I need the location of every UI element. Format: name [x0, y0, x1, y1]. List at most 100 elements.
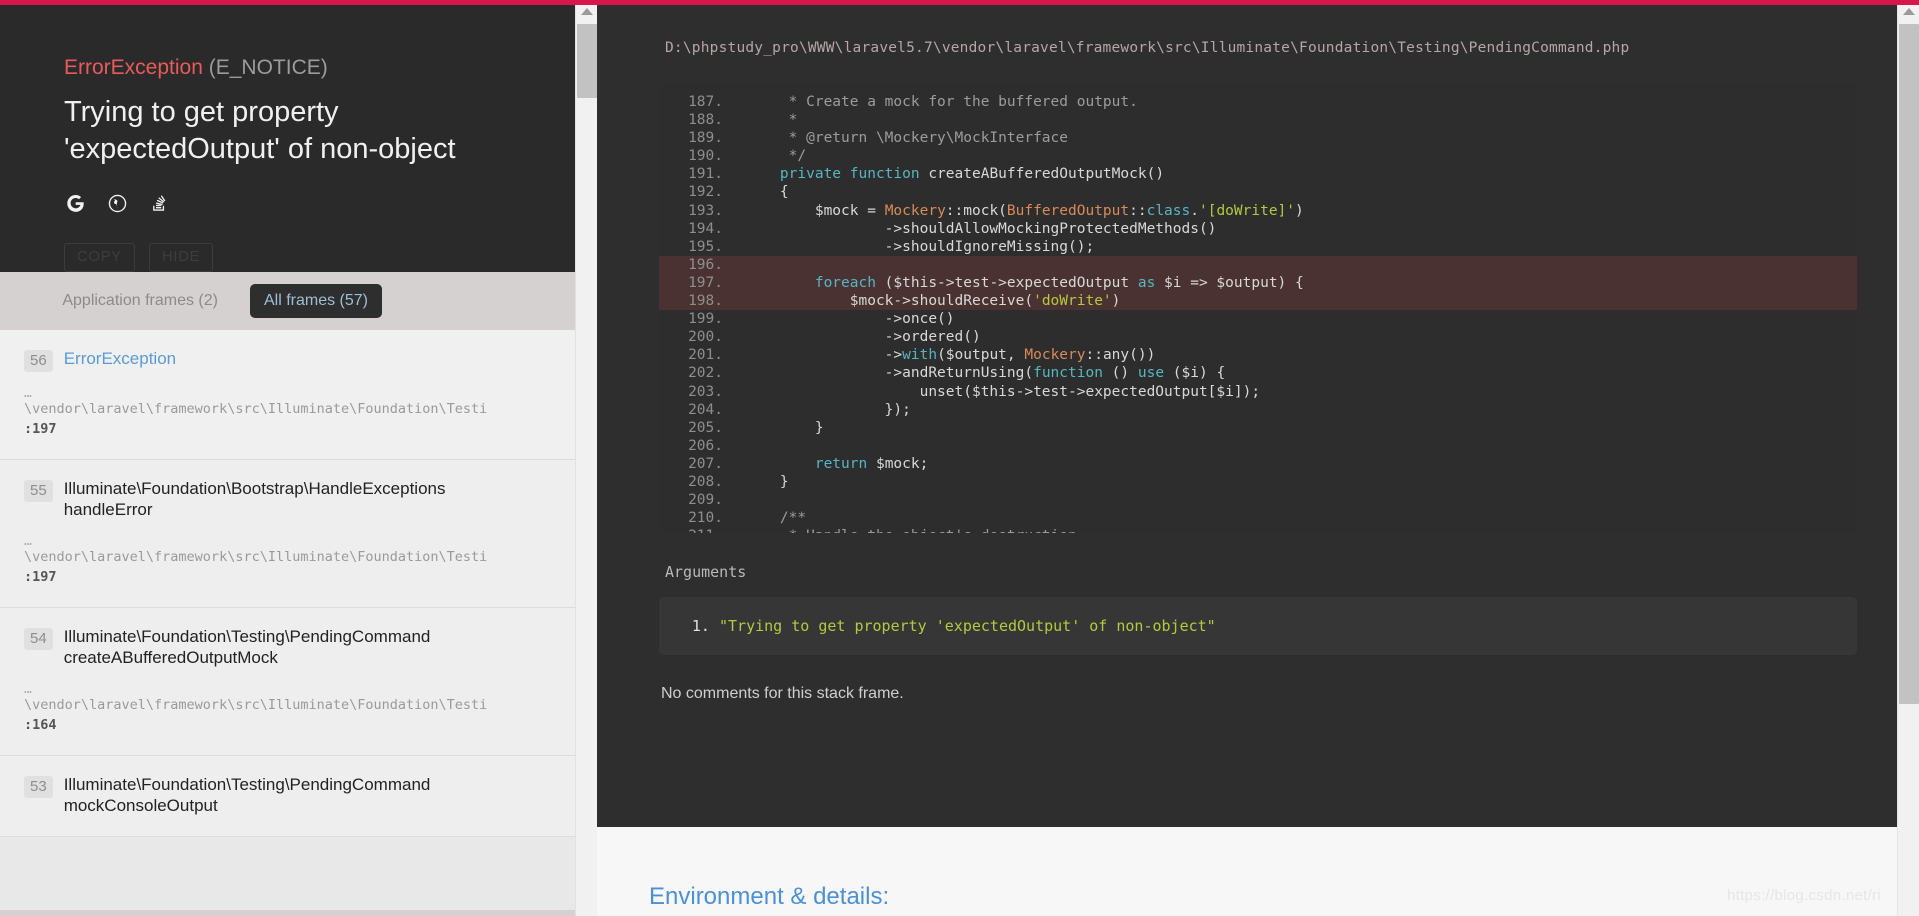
code-line: 206.	[659, 437, 1857, 455]
line-number: 192.	[688, 184, 723, 201]
scrollbar-thumb[interactable]	[577, 24, 597, 98]
line-number: 195.	[688, 238, 723, 255]
exception-action-buttons: COPY HIDE	[64, 243, 597, 272]
arguments-box: "Trying to get property 'expectedOutput'…	[659, 597, 1857, 655]
top-accent-bar	[0, 0, 1919, 5]
frame-function: handleError	[63, 500, 153, 519]
code-line: 196.	[659, 255, 1857, 274]
window-scrollbar[interactable]	[1897, 0, 1919, 916]
code-line: 200. ->ordered()	[659, 328, 1857, 346]
tab-application-frames[interactable]: Application frames (2)	[48, 284, 232, 318]
code-line: 204. });	[659, 401, 1857, 419]
frame-function: createABufferedOutputMock	[63, 648, 278, 667]
stack-frames-list: 56 ErrorException … \vendor\laravel\fram…	[0, 330, 597, 910]
exception-message: Trying to get property 'expectedOutput' …	[64, 96, 456, 165]
frame-path-text: \vendor\laravel\framework\src\Illuminate…	[24, 549, 488, 565]
frame-index: 54	[24, 628, 53, 650]
code-line: 199. ->once()	[659, 310, 1857, 328]
no-comments-text: No comments for this stack frame.	[661, 685, 904, 702]
line-number: 198.	[688, 293, 723, 310]
code-line: 209.	[659, 491, 1857, 509]
line-number: 203.	[688, 383, 723, 400]
stackoverflow-search-icon[interactable]	[148, 192, 170, 214]
hide-button[interactable]: HIDE	[148, 243, 214, 272]
code-line: 192. {	[659, 183, 1857, 201]
frame-function: mockConsoleOutput	[63, 796, 218, 815]
table-row[interactable]: 55 Illuminate\Foundation\Bootstrap\Handl…	[0, 460, 597, 608]
frame-header: 53 Illuminate\Foundation\Testing\Pending…	[24, 774, 577, 816]
code-line: 187. * Create a mock for the buffered ou…	[659, 93, 1857, 111]
code-line: 198. $mock->shouldReceive('doWrite')	[659, 292, 1857, 311]
line-number: 200.	[688, 329, 723, 346]
frame-path: … \vendor\laravel\framework\src\Illumina…	[24, 389, 577, 419]
line-number: 199.	[688, 311, 723, 328]
code-line: 201. ->with($output, Mockery::any())	[659, 346, 1857, 364]
code-block: 187. * Create a mock for the buffered ou…	[659, 93, 1857, 533]
frame-index: 53	[24, 776, 53, 798]
code-line: 190. */	[659, 147, 1857, 165]
code-line: 210. /**	[659, 509, 1857, 527]
code-viewer: 187. * Create a mock for the buffered ou…	[659, 83, 1857, 533]
line-number: 189.	[688, 130, 723, 147]
tab-all-frames[interactable]: All frames (57)	[249, 284, 382, 318]
frames-tab-bar: Application frames (2) All frames (57)	[0, 272, 597, 330]
code-line: 195. ->shouldIgnoreMissing();	[659, 238, 1857, 256]
frame-names: ErrorException	[64, 348, 176, 369]
frame-header: 56 ErrorException	[24, 348, 577, 372]
frame-line-number: :197	[24, 569, 57, 585]
frame-path-ellipsis: …	[24, 537, 32, 549]
exception-class-name: ErrorException	[64, 56, 203, 79]
line-number: 208.	[688, 473, 723, 490]
environment-section: Environment & details:	[597, 827, 1919, 916]
code-line: 202. ->andReturnUsing(function () use ($…	[659, 364, 1857, 382]
code-line: 203. unset($this->test->expectedOutput[$…	[659, 383, 1857, 401]
exception-title-line: ErrorException (E_NOTICE)	[64, 55, 597, 81]
table-row[interactable]: 54 Illuminate\Foundation\Testing\Pending…	[0, 608, 597, 756]
frame-class: Illuminate\Foundation\Testing\PendingCom…	[63, 627, 431, 646]
code-line: 211. * Handle the object's destruction.	[659, 527, 1857, 533]
code-line: 194. ->shouldAllowMockingProtectedMethod…	[659, 220, 1857, 238]
code-line: 208. }	[659, 473, 1857, 491]
frame-header: 54 Illuminate\Foundation\Testing\Pending…	[24, 626, 577, 668]
line-number: 193.	[688, 202, 723, 219]
line-number: 191.	[688, 166, 723, 183]
line-number: 202.	[688, 365, 723, 382]
detail-file-path: D:\phpstudy_pro\WWW\laravel5.7\vendor\la…	[665, 40, 1630, 56]
code-line: 197. foreach ($this->test->expectedOutpu…	[659, 273, 1857, 293]
frame-class: ErrorException	[63, 349, 177, 368]
line-number: 187.	[688, 94, 723, 110]
line-number: 201.	[688, 347, 723, 364]
code-line: 189. * @return \Mockery\MockInterface	[659, 129, 1857, 147]
frame-class: Illuminate\Foundation\Testing\PendingCom…	[63, 775, 431, 794]
line-number: 209.	[688, 492, 723, 509]
table-row[interactable]: 56 ErrorException … \vendor\laravel\fram…	[0, 330, 597, 460]
line-number: 188.	[688, 112, 723, 129]
frame-detail-panel: D:\phpstudy_pro\WWW\laravel5.7\vendor\la…	[597, 0, 1919, 916]
frame-line-number: :197	[24, 421, 57, 437]
exception-header: ErrorException (E_NOTICE) Trying to get …	[0, 0, 597, 272]
line-number: 196.	[688, 256, 723, 273]
frame-index: 56	[24, 350, 53, 372]
line-number: 204.	[688, 401, 723, 418]
line-number: 197.	[688, 274, 723, 291]
line-number: 205.	[688, 419, 723, 436]
watermark: https://blog.csdn.net/ri	[1727, 887, 1881, 904]
scrollbar-thumb[interactable]	[1899, 24, 1919, 704]
arguments-label: Arguments	[665, 563, 747, 581]
code-line: 205. }	[659, 419, 1857, 437]
frame-path-text: \vendor\laravel\framework\src\Illuminate…	[24, 401, 488, 417]
line-number: 207.	[688, 455, 723, 472]
search-links	[64, 190, 597, 216]
duckduckgo-search-icon[interactable]	[106, 192, 128, 214]
exception-level: (E_NOTICE)	[208, 56, 328, 79]
sidebar-scrollbar[interactable]	[575, 0, 597, 916]
google-search-icon[interactable]	[64, 192, 86, 214]
frame-names: Illuminate\Foundation\Testing\PendingCom…	[64, 626, 431, 668]
frame-detail-body: D:\phpstudy_pro\WWW\laravel5.7\vendor\la…	[597, 0, 1919, 827]
line-number: 211.	[679, 527, 745, 533]
frame-path-ellipsis: …	[24, 685, 32, 697]
table-row[interactable]: 53 Illuminate\Foundation\Testing\Pending…	[0, 756, 597, 837]
copy-button[interactable]: COPY	[64, 243, 135, 272]
frame-path-ellipsis: …	[24, 389, 32, 401]
code-line: 191. private function createABufferedOut…	[659, 165, 1857, 183]
